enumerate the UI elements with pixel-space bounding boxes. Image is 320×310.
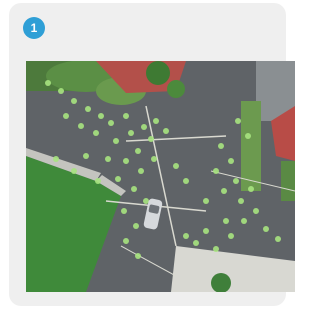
aerial-intersection-image	[26, 61, 295, 292]
step-number-badge: 1	[23, 17, 45, 39]
step-number: 1	[30, 21, 38, 35]
